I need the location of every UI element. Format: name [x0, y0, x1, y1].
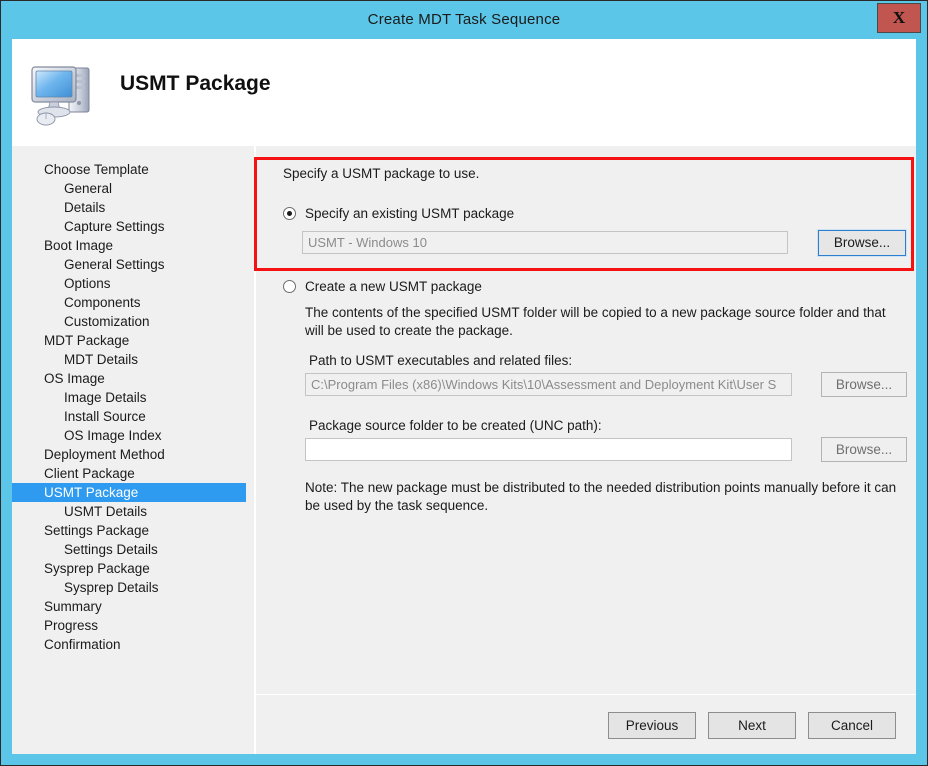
package-source-folder-label: Package source folder to be created (UNC…: [309, 418, 602, 433]
sidebar-item-components[interactable]: Components: [12, 293, 254, 312]
sidebar-item-install-source[interactable]: Install Source: [12, 407, 254, 426]
sidebar-item-general-settings[interactable]: General Settings: [12, 255, 254, 274]
sidebar-item-details[interactable]: Details: [12, 198, 254, 217]
radio-specify-existing-usmt-package[interactable]: Specify an existing USMT package: [283, 206, 583, 223]
sidebar-item-sysprep-details[interactable]: Sysprep Details: [12, 578, 254, 597]
sidebar-item-choose-template[interactable]: Choose Template: [12, 160, 254, 179]
radio-indicator-new[interactable]: [283, 280, 296, 293]
sidebar-item-mdt-package[interactable]: MDT Package: [12, 331, 254, 350]
page-title: USMT Package: [120, 72, 271, 95]
sidebar-item-image-details[interactable]: Image Details: [12, 388, 254, 407]
intro-text: Specify a USMT package to use.: [283, 166, 480, 181]
cancel-button[interactable]: Cancel: [808, 712, 896, 739]
close-button[interactable]: X: [877, 3, 921, 33]
browse-usmt-path-button[interactable]: Browse...: [821, 372, 907, 397]
computer-monitor-icon: [26, 55, 102, 131]
sidebar-item-sysprep-package[interactable]: Sysprep Package: [12, 559, 254, 578]
sidebar-item-mdt-details[interactable]: MDT Details: [12, 350, 254, 369]
sidebar-item-os-image-index[interactable]: OS Image Index: [12, 426, 254, 445]
browse-existing-package-button[interactable]: Browse...: [817, 229, 907, 257]
sidebar-item-general[interactable]: General: [12, 179, 254, 198]
sidebar-item-settings-details[interactable]: Settings Details: [12, 540, 254, 559]
radio-label-existing: Specify an existing USMT package: [305, 206, 515, 221]
wizard-footer: Previous Next Cancel: [256, 694, 916, 754]
usmt-path-input[interactable]: C:\Program Files (x86)\Windows Kits\10\A…: [305, 373, 792, 396]
wizard-body: Choose Template General Details Capture Set…: [12, 146, 916, 754]
sidebar-item-client-package[interactable]: Client Package: [12, 464, 254, 483]
sidebar-item-progress[interactable]: Progress: [12, 616, 254, 635]
package-source-folder-input[interactable]: [305, 438, 792, 461]
title-bar: Create MDT Task Sequence X: [1, 1, 927, 39]
sidebar-item-summary[interactable]: Summary: [12, 597, 254, 616]
new-package-description: The contents of the specified USMT folde…: [305, 305, 886, 338]
footer-divider: [256, 694, 916, 695]
sidebar-item-settings-package[interactable]: Settings Package: [12, 521, 254, 540]
sidebar-item-deployment-method[interactable]: Deployment Method: [12, 445, 254, 464]
sidebar-item-usmt-details[interactable]: USMT Details: [12, 502, 254, 521]
radio-create-new-usmt-package[interactable]: Create a new USMT package: [283, 279, 583, 296]
sidebar-item-options[interactable]: Options: [12, 274, 254, 293]
existing-package-input[interactable]: USMT - Windows 10: [302, 231, 788, 254]
wizard-step-list: Choose Template General Details Capture Set…: [12, 146, 254, 754]
sidebar-item-capture-settings[interactable]: Capture Settings: [12, 217, 254, 236]
wizard-header: USMT Package: [12, 39, 916, 146]
window-title: Create MDT Task Sequence: [367, 11, 561, 28]
radio-indicator-existing[interactable]: [283, 207, 296, 220]
distribution-note: Note: The new package must be distribute…: [305, 480, 897, 513]
path-to-usmt-label: Path to USMT executables and related fil…: [309, 353, 573, 368]
content-panel: Specify a USMT package to use. Specify a…: [256, 146, 916, 694]
sidebar-item-usmt-package[interactable]: USMT Package: [12, 483, 246, 502]
next-button[interactable]: Next: [708, 712, 796, 739]
sidebar-item-boot-image[interactable]: Boot Image: [12, 236, 254, 255]
browse-package-source-button[interactable]: Browse...: [821, 437, 907, 462]
previous-button[interactable]: Previous: [608, 712, 696, 739]
sidebar-item-confirmation[interactable]: Confirmation: [12, 635, 254, 654]
sidebar-item-customization[interactable]: Customization: [12, 312, 254, 331]
create-mdt-task-sequence-window: Create MDT Task Sequence X USMT Package …: [0, 0, 928, 766]
radio-label-new: Create a new USMT package: [305, 279, 482, 294]
sidebar-item-os-image[interactable]: OS Image: [12, 369, 254, 388]
